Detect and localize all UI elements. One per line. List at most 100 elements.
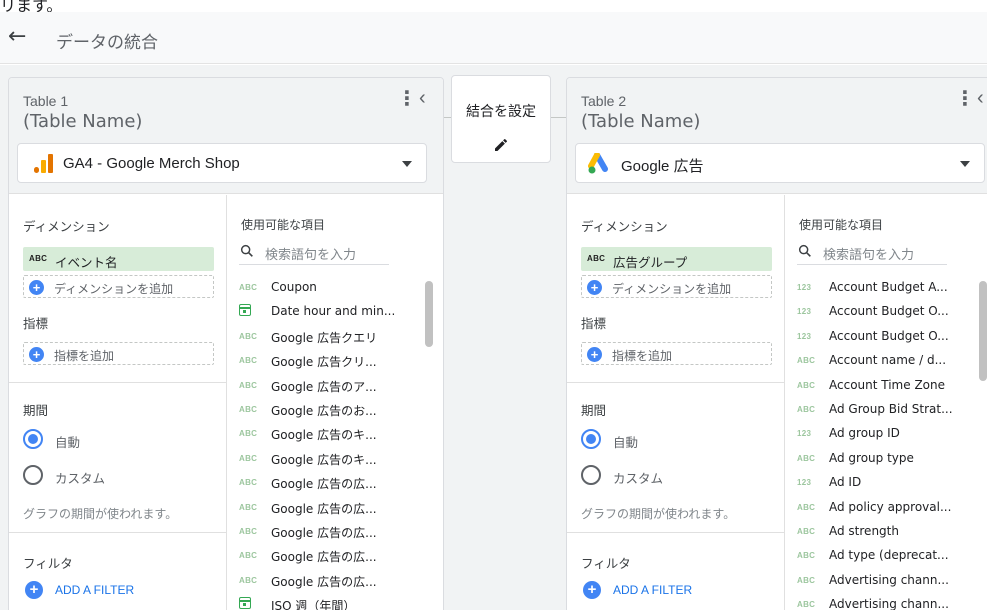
field-item[interactable]: ISO 週（年間） bbox=[239, 594, 419, 610]
add-icon: + bbox=[583, 581, 601, 599]
field-item[interactable]: ABC Ad strength bbox=[797, 521, 977, 543]
add-dimension-button[interactable]: + ディメンションを追加 bbox=[23, 275, 214, 298]
blend-workspace: 結合を設定 Table 1 (Table Name) ⋮ ‹ GA4 - Goo… bbox=[0, 65, 987, 610]
field-item[interactable]: 123 Ad group ID bbox=[797, 423, 977, 445]
table-header: Table 2 (Table Name) ⋮ ‹ Google 広告 bbox=[567, 78, 987, 194]
field-search-input[interactable]: 検索語句を入力 bbox=[797, 239, 947, 265]
field-item[interactable]: ABC Ad type (deprecat... bbox=[797, 545, 977, 567]
field-item[interactable]: 123 Ad ID bbox=[797, 472, 977, 494]
field-name: Google 広告クエリ bbox=[271, 330, 378, 345]
period-auto-radio[interactable] bbox=[23, 429, 43, 449]
field-name: Google 広告のア... bbox=[271, 379, 377, 394]
field-list-scrollbar[interactable] bbox=[979, 281, 987, 381]
text-type-icon: ABC bbox=[239, 380, 258, 390]
field-item[interactable]: ABC Ad group type bbox=[797, 448, 977, 470]
header-bar: ← データの統合 bbox=[0, 12, 987, 64]
calendar-icon bbox=[239, 597, 251, 610]
number-type-icon: 123 bbox=[797, 429, 812, 439]
field-name: Date hour and min... bbox=[271, 304, 396, 319]
period-auto-radio[interactable] bbox=[581, 429, 601, 449]
field-name: Advertising chann... bbox=[829, 597, 949, 610]
field-item[interactable]: ABC Google 広告の広... bbox=[239, 472, 419, 494]
field-name: ISO 週（年間） bbox=[271, 599, 356, 610]
field-item[interactable]: ABC Account name / d... bbox=[797, 350, 977, 372]
arrow-left-icon[interactable]: ← bbox=[8, 24, 26, 50]
chevron-down-icon bbox=[402, 161, 412, 167]
data-source-select[interactable]: GA4 - Google Merch Shop bbox=[17, 143, 427, 183]
text-type-icon: ABC bbox=[797, 575, 816, 585]
search-icon bbox=[240, 244, 253, 257]
field-name: Ad group type bbox=[829, 450, 914, 465]
period-custom-label: カスタム bbox=[55, 471, 106, 486]
text-type-icon: ABC bbox=[587, 254, 606, 263]
add-dimension-button[interactable]: + ディメンションを追加 bbox=[581, 275, 772, 298]
field-item[interactable]: 123 Account Budget O... bbox=[797, 326, 977, 348]
more-vert-icon[interactable]: ⋮ bbox=[397, 89, 417, 109]
field-name: Coupon bbox=[271, 280, 317, 294]
dimensions-label: ディメンション bbox=[581, 219, 668, 234]
text-type-icon: ABC bbox=[239, 356, 258, 366]
add-metric-label: 指標を追加 bbox=[54, 349, 115, 363]
field-item[interactable]: 123 Account Budget O... bbox=[797, 301, 977, 323]
period-custom-radio[interactable] bbox=[23, 465, 43, 485]
field-item[interactable]: ABC Ad Group Bid Strat... bbox=[797, 399, 977, 421]
divider bbox=[9, 532, 227, 533]
field-name: Ad type (deprecat... bbox=[829, 548, 949, 563]
field-name: Google 広告のキ... bbox=[271, 428, 377, 443]
field-list-scrollbar[interactable] bbox=[425, 281, 433, 347]
field-item[interactable]: ABC Google 広告クリ... bbox=[239, 350, 419, 372]
add-metric-button[interactable]: + 指標を追加 bbox=[23, 342, 214, 365]
collapse-left-icon[interactable]: ‹ bbox=[977, 88, 984, 108]
dimension-chip[interactable]: ABC イベント名 bbox=[23, 247, 214, 271]
dimension-chip[interactable]: ABC 広告グループ bbox=[581, 247, 772, 271]
divider bbox=[9, 382, 227, 383]
field-item[interactable]: ABC Advertising chann... bbox=[797, 570, 977, 592]
period-custom-label: カスタム bbox=[613, 471, 664, 486]
google-ads-icon bbox=[588, 153, 608, 174]
join-config-button[interactable]: 結合を設定 bbox=[451, 75, 551, 163]
search-icon bbox=[798, 244, 811, 257]
number-type-icon: 123 bbox=[797, 307, 812, 317]
field-item[interactable]: ABC Google 広告のア... bbox=[239, 375, 419, 397]
field-item[interactable]: ABC Google 広告のお... bbox=[239, 399, 419, 421]
filter-label: フィルタ bbox=[23, 556, 73, 571]
field-item[interactable]: ABC Google 広告クエリ bbox=[239, 326, 419, 348]
field-name: Ad ID bbox=[829, 475, 862, 490]
number-type-icon: 123 bbox=[797, 283, 812, 292]
field-item[interactable]: ABC Ad policy approval... bbox=[797, 497, 977, 519]
field-item[interactable]: ABC Google 広告の広... bbox=[239, 497, 419, 519]
field-item[interactable]: ABC Google 広告の広... bbox=[239, 545, 419, 567]
field-item[interactable]: Date hour and min... bbox=[239, 301, 419, 323]
field-name: Google 広告のお... bbox=[271, 404, 377, 418]
field-item[interactable]: ABC Google 広告の広... bbox=[239, 570, 419, 592]
add-metric-button[interactable]: + 指標を追加 bbox=[581, 342, 772, 365]
field-item[interactable]: 123 Account Budget A... bbox=[797, 277, 977, 299]
data-source-name: Google 広告 bbox=[621, 158, 704, 175]
period-custom-radio[interactable] bbox=[581, 465, 601, 485]
field-search-input[interactable]: 検索語句を入力 bbox=[239, 239, 389, 265]
add-icon: + bbox=[29, 347, 44, 362]
period-hint: グラフの期間が使われます。 bbox=[23, 507, 178, 521]
field-item[interactable]: ABC Coupon bbox=[239, 277, 419, 299]
more-vert-icon[interactable]: ⋮ bbox=[955, 89, 975, 109]
data-source-select[interactable]: Google 広告 bbox=[575, 143, 985, 183]
field-name: Google 広告クリ... bbox=[271, 355, 377, 370]
table-title: Table 2 bbox=[581, 93, 627, 109]
metrics-label: 指標 bbox=[581, 316, 607, 331]
table-name[interactable]: (Table Name) bbox=[23, 110, 142, 134]
search-placeholder: 検索語句を入力 bbox=[265, 248, 357, 263]
calendar-icon bbox=[239, 304, 251, 317]
dimension-chip-label: イベント名 bbox=[55, 255, 118, 270]
field-name: Ad policy approval... bbox=[829, 499, 952, 514]
field-item[interactable]: ABC Advertising chann... bbox=[797, 594, 977, 610]
field-item[interactable]: ABC Google 広告のキ... bbox=[239, 423, 419, 445]
collapse-left-icon[interactable]: ‹ bbox=[419, 88, 426, 108]
field-item[interactable]: ABC Google 広告のキ... bbox=[239, 448, 419, 470]
field-name: Account Time Zone bbox=[829, 377, 945, 392]
available-fields-column: 使用可能な項目 検索語句を入力 ABC Coupon Date hour and m… bbox=[227, 195, 443, 610]
dimension-chip-label: 広告グループ bbox=[613, 255, 688, 270]
add-dimension-label: ディメンションを追加 bbox=[54, 282, 174, 296]
table-name[interactable]: (Table Name) bbox=[581, 110, 700, 134]
field-item[interactable]: ABC Account Time Zone bbox=[797, 375, 977, 397]
field-item[interactable]: ABC Google 広告の広... bbox=[239, 521, 419, 543]
